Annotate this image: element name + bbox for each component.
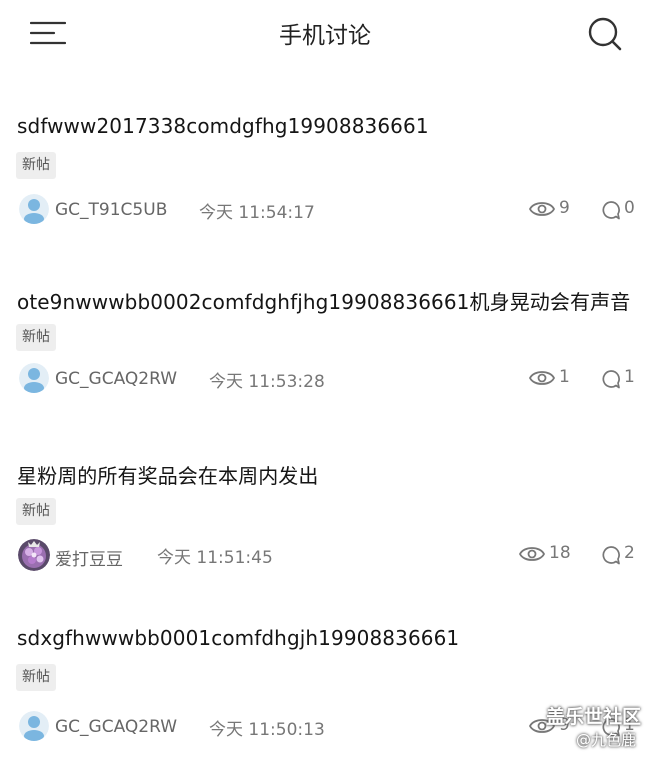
search-icon[interactable] — [586, 16, 624, 52]
author-name[interactable]: GC_T91C5UB — [55, 200, 167, 220]
flower-avatar-icon[interactable] — [18, 539, 50, 571]
eye-icon — [529, 371, 555, 385]
new-post-badge: 新帖 — [16, 152, 56, 179]
new-post-badge: 新帖 — [16, 498, 56, 525]
post-title[interactable]: 星粉周的所有奖品会在本周内发出 — [17, 460, 319, 489]
post-meta: GC_T91C5UB 今天 11:54:17 9 0 — [0, 190, 650, 230]
comment-icon[interactable] — [601, 369, 621, 389]
author-name[interactable]: GC_GCAQ2RW — [55, 369, 177, 389]
new-post-badge: 新帖 — [16, 324, 56, 351]
eye-icon — [519, 547, 545, 561]
eye-icon — [529, 202, 555, 216]
post-title[interactable]: sdfwww2017338comdgfhg19908836661 — [17, 114, 429, 138]
view-count: 18 — [549, 543, 571, 563]
author-name[interactable]: GC_GCAQ2RW — [55, 717, 177, 737]
default-avatar-icon[interactable] — [19, 711, 49, 741]
default-avatar-icon[interactable] — [19, 194, 49, 224]
post-item[interactable]: 星粉周的所有奖品会在本周内发出 新帖 爱打豆豆 今天 11:51:45 18 2 — [0, 460, 650, 610]
post-title[interactable]: ote9nwwwbb0002comfdghfjhg19908836661机身晃动… — [17, 286, 630, 315]
comment-count: 0 — [624, 198, 635, 218]
post-time: 今天 11:50:13 — [209, 720, 325, 740]
post-time: 今天 11:53:28 — [209, 372, 325, 392]
top-bar: 手机讨论 — [0, 0, 650, 64]
comment-icon[interactable] — [601, 545, 621, 565]
post-meta: 爱打豆豆 今天 11:51:45 18 2 — [0, 535, 650, 575]
watermark-author-text: @九色鹿 — [576, 731, 637, 749]
post-title[interactable]: sdxgfhwwwbb0001comfdhgjh19908836661 — [17, 626, 459, 650]
comment-count: 1 — [624, 367, 635, 387]
post-time: 今天 11:51:45 — [157, 548, 273, 568]
watermark-logo-text: 盖乐世社区 — [546, 706, 642, 728]
post-meta: GC_GCAQ2RW 今天 11:53:28 1 1 — [0, 359, 650, 399]
author-name[interactable]: 爱打豆豆 — [55, 545, 123, 570]
view-count: 1 — [559, 367, 570, 387]
comment-icon[interactable] — [601, 200, 621, 220]
new-post-badge: 新帖 — [16, 664, 56, 691]
post-item[interactable]: sdfwww2017338comdgfhg19908836661 新帖 GC_T… — [0, 114, 650, 264]
default-avatar-icon[interactable] — [19, 363, 49, 393]
view-count: 9 — [559, 198, 570, 218]
page-title: 手机讨论 — [279, 23, 371, 49]
post-time: 今天 11:54:17 — [199, 203, 315, 223]
post-item[interactable]: ote9nwwwbb0002comfdghfjhg19908836661机身晃动… — [0, 286, 650, 436]
post-item[interactable]: sdxgfhwwwbb0001comfdhgjh19908836661 新帖 G… — [0, 626, 650, 776]
comment-count: 2 — [624, 543, 635, 563]
